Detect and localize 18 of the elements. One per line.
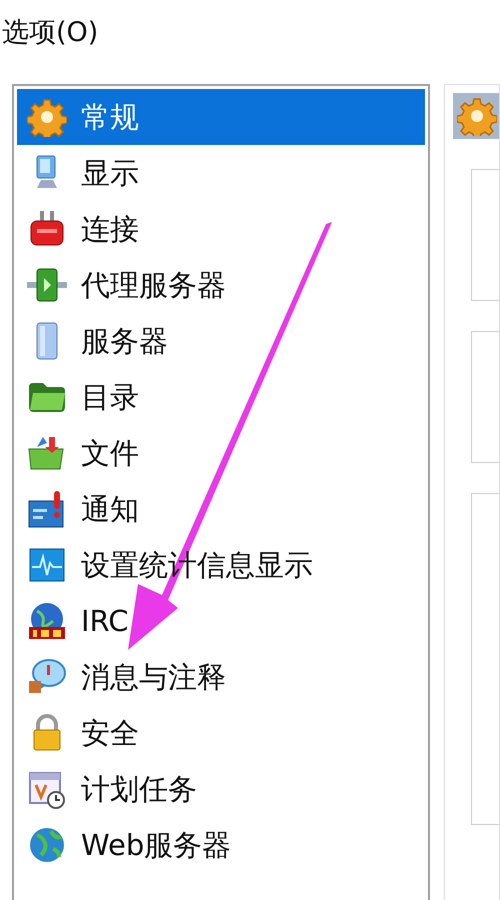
sidebar-item[interactable]: 服务器 <box>17 313 425 369</box>
sidebar-item[interactable]: 目录 <box>17 369 425 425</box>
sidebar-item[interactable]: 文件 <box>17 425 425 481</box>
sidebar-item[interactable]: 消息与注释 <box>17 649 425 705</box>
sidebar-item[interactable]: 计划任务 <box>17 761 425 817</box>
sidebar-item[interactable]: 安全 <box>17 705 425 761</box>
sidebar-item[interactable]: 代理服务器 <box>17 257 425 313</box>
sidebar-item[interactable]: Web服务器 <box>17 817 425 873</box>
sidebar-item[interactable]: 通知 <box>17 481 425 537</box>
window-title: 选项(O) <box>2 16 98 50</box>
calendar-clock-icon <box>27 769 67 809</box>
gear-icon <box>27 97 67 137</box>
sidebar-item[interactable]: 连接 <box>17 201 425 257</box>
sidebar-item[interactable]: 常规 <box>17 89 425 145</box>
sidebar-item[interactable]: 显示 <box>17 145 425 201</box>
globe-icon <box>27 825 67 865</box>
sidebar-item[interactable]: IRC <box>17 593 425 649</box>
globe-irc-icon <box>27 601 67 641</box>
